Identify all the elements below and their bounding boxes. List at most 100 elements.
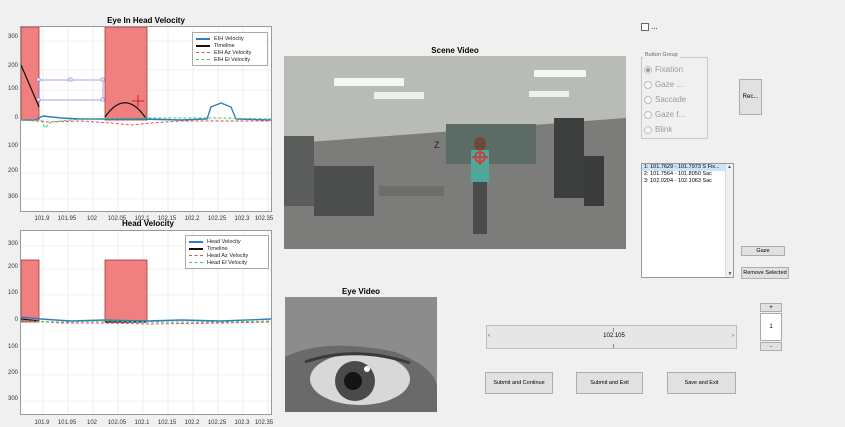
eih-ytick: 100 — [7, 86, 18, 92]
button-group-title: Button Group — [643, 52, 680, 58]
legend-item: Head Az Velocity — [189, 252, 265, 259]
eih-ytick: 200 — [7, 63, 18, 69]
legend-label: Head Az Velocity — [207, 252, 249, 259]
stepper-value-field[interactable]: 1 — [760, 313, 782, 341]
head-xtick: 102.05 — [108, 420, 127, 426]
event-list-item[interactable]: 3: 102.0204 - 102.1063 Sac — [642, 178, 733, 185]
event-listbox[interactable]: 1: 101.7629 - 101.7973 S Fix... 2: 101.7… — [641, 163, 734, 278]
radio-button[interactable] — [644, 95, 652, 104]
event-type-radio-list: Fixation Gaze ... Saccade Gaze f... Blin… — [644, 62, 686, 137]
eih-xtick: 102.35 — [255, 216, 274, 222]
eye-video-title: Eye Video — [341, 287, 381, 296]
scene-video-title: Scene Video — [431, 46, 479, 55]
head-ytick: 200 — [7, 370, 18, 376]
radio-selected-dot — [646, 67, 650, 72]
head-legend: Head Velocity Timeline Head Az Velocity … — [185, 235, 269, 269]
options-checkbox[interactable]: ... — [641, 22, 658, 31]
scene-overlay-letter: Z — [434, 140, 440, 150]
head-xtick: 102.2 — [184, 420, 200, 426]
slider-tick — [613, 344, 614, 348]
scroll-down-icon[interactable]: ▼ — [726, 271, 734, 277]
legend-item: Head El Velocity — [189, 259, 265, 266]
head-ytick: 100 — [7, 290, 18, 296]
radio-gaze-fixation[interactable]: Gaze f... — [644, 107, 686, 122]
eih-plot-title: Eye In Head Velocity — [107, 16, 185, 25]
save-and-exit-button[interactable]: Save and Exit — [667, 372, 736, 394]
legend-label: Head El Velocity — [207, 259, 248, 266]
timeline-slider[interactable]: ‹ › 102.105 — [486, 325, 737, 349]
head-plot-title: Head Velocity — [121, 219, 175, 228]
event-list-scrollbar[interactable]: ▲ ▼ — [725, 164, 733, 277]
eye-video-frame[interactable] — [285, 297, 437, 412]
eih-xtick: 102 — [87, 216, 98, 222]
radio-label: Fixation — [655, 65, 684, 74]
head-xtick: 102.3 — [234, 420, 250, 426]
legend-label: EIH Az Velocity — [214, 49, 252, 56]
legend-label: EIH Velocity — [214, 35, 244, 42]
eih-xtick: 102.25 — [208, 216, 227, 222]
event-list-item[interactable]: 1: 101.7629 - 101.7973 S Fix... — [642, 164, 733, 171]
eih-event-region-2[interactable] — [104, 27, 148, 121]
eih-ytick: 200 — [7, 168, 18, 174]
scroll-up-icon[interactable]: ▲ — [726, 164, 733, 170]
head-ytick: 0 — [14, 317, 18, 323]
legend-swatch — [189, 262, 203, 263]
radio-button[interactable] — [644, 80, 652, 89]
radio-label: Gaze f... — [655, 110, 686, 119]
head-xtick: 102.25 — [208, 420, 227, 426]
head-xtick: 102 — [87, 420, 98, 426]
legend-item: Timeline — [189, 245, 265, 252]
legend-swatch — [196, 37, 210, 40]
eih-event-region-1[interactable] — [21, 27, 40, 121]
event-list-item[interactable]: 2: 101.7564 - 101.8050 Sac — [642, 171, 733, 178]
head-event-region-2[interactable] — [104, 259, 148, 323]
legend-item: Timeline — [196, 42, 264, 49]
radio-fixation[interactable]: Fixation — [644, 62, 686, 77]
radio-button[interactable] — [644, 65, 652, 74]
eih-ytick: 300 — [7, 34, 18, 40]
head-xaxis: 101.9 101.95 102 102.05 102.1 102.15 102… — [34, 420, 274, 426]
slider-left-arrow-icon[interactable]: ‹ — [488, 333, 490, 339]
eye-video-image — [285, 297, 437, 412]
radio-button[interactable] — [644, 110, 652, 119]
head-xtick: 102.15 — [158, 420, 177, 426]
legend-label: Timeline — [207, 245, 228, 252]
scene-video-image: Z — [284, 56, 626, 249]
legend-label: Timeline — [214, 42, 235, 49]
eih-ytick: 0 — [14, 115, 18, 121]
radio-blink[interactable]: Blink — [644, 122, 686, 137]
slider-value-label: 102.105 — [603, 333, 625, 339]
head-yaxis: 300 200 100 0 100 200 300 — [2, 230, 18, 415]
eih-xtick: 102.3 — [234, 216, 250, 222]
checkbox-label: ... — [651, 22, 658, 31]
eih-selection-handles[interactable] — [36, 77, 105, 102]
stepper-minus-button[interactable]: - — [760, 342, 782, 351]
radio-gaze-pursuit[interactable]: Gaze ... — [644, 77, 686, 92]
scene-video-frame[interactable]: Z — [284, 56, 626, 249]
head-xtick: 101.95 — [58, 420, 77, 426]
head-ytick: 200 — [7, 264, 18, 270]
eih-ytick: 300 — [7, 194, 18, 200]
gaze-button[interactable]: Gaze — [741, 246, 785, 256]
eih-legend: EIH Velocity Timeline EIH Az Velocity EI… — [192, 32, 268, 66]
legend-swatch — [189, 255, 203, 256]
legend-swatch — [189, 247, 203, 250]
head-xtick: 102.1 — [134, 420, 150, 426]
slider-right-arrow-icon[interactable]: › — [732, 333, 734, 339]
rec-button[interactable]: Rec... — [739, 79, 762, 115]
head-event-region-1[interactable] — [21, 259, 40, 323]
stepper-plus-button[interactable]: + — [760, 303, 782, 312]
checkbox-box[interactable] — [641, 22, 649, 31]
head-xtick: 101.9 — [34, 420, 50, 426]
legend-item: EIH Velocity — [196, 35, 264, 42]
submit-and-exit-button[interactable]: Submit and Exit — [576, 372, 643, 394]
head-ytick: 100 — [7, 344, 18, 350]
legend-item: EIH Az Velocity — [196, 49, 264, 56]
remove-selected-button[interactable]: Remove Selected — [741, 267, 789, 279]
head-xtick: 102.35 — [255, 420, 274, 426]
legend-swatch — [196, 59, 210, 60]
radio-saccade[interactable]: Saccade — [644, 92, 686, 107]
labeling-window: Eye In Head Velocity 300 200 100 0 100 2… — [0, 0, 845, 427]
radio-button[interactable] — [644, 125, 652, 134]
submit-and-continue-button[interactable]: Submit and Continue — [485, 372, 553, 394]
